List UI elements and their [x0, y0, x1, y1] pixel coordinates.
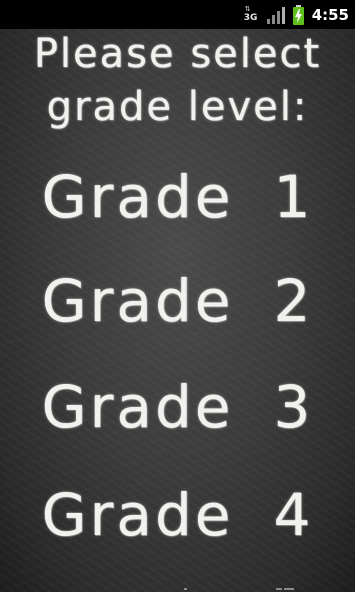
grade-number: 1 — [273, 163, 314, 231]
grade-1-button[interactable]: Grade 1 — [0, 162, 355, 232]
grade-label: Grade — [41, 163, 234, 231]
status-clock: 4:55 — [311, 5, 349, 24]
signal-strength-icon — [266, 6, 285, 24]
prompt-line-1: Please select — [33, 31, 322, 77]
grade-label: Grade — [41, 481, 234, 549]
screen: ⇅ 3G 4:55 Please select grade level: Gra… — [0, 0, 355, 592]
status-icons: ⇅ 3G 4:55 — [243, 0, 349, 29]
network-type-label: 3G — [243, 12, 258, 23]
grade-number: 4 — [273, 481, 314, 549]
grade-number: 2 — [273, 267, 314, 335]
status-bar: ⇅ 3G 4:55 — [0, 0, 355, 29]
grade-number: 3 — [273, 373, 314, 441]
battery-charging-icon — [292, 4, 304, 25]
grade-3-button[interactable]: Grade 3 — [0, 372, 355, 442]
grade-4-button[interactable]: Grade 4 — [0, 480, 355, 550]
grade-label: Grade — [41, 267, 234, 335]
chalk-dust — [180, 586, 330, 590]
chalkboard-background: Please select grade level: Grade 1 Grade 2… — [0, 29, 355, 592]
data-activity-icon: ⇅ 3G — [243, 4, 258, 23]
grade-label: Grade — [41, 373, 234, 441]
prompt-line-2: grade level: — [46, 84, 309, 130]
grade-2-button[interactable]: Grade 2 — [0, 266, 355, 336]
